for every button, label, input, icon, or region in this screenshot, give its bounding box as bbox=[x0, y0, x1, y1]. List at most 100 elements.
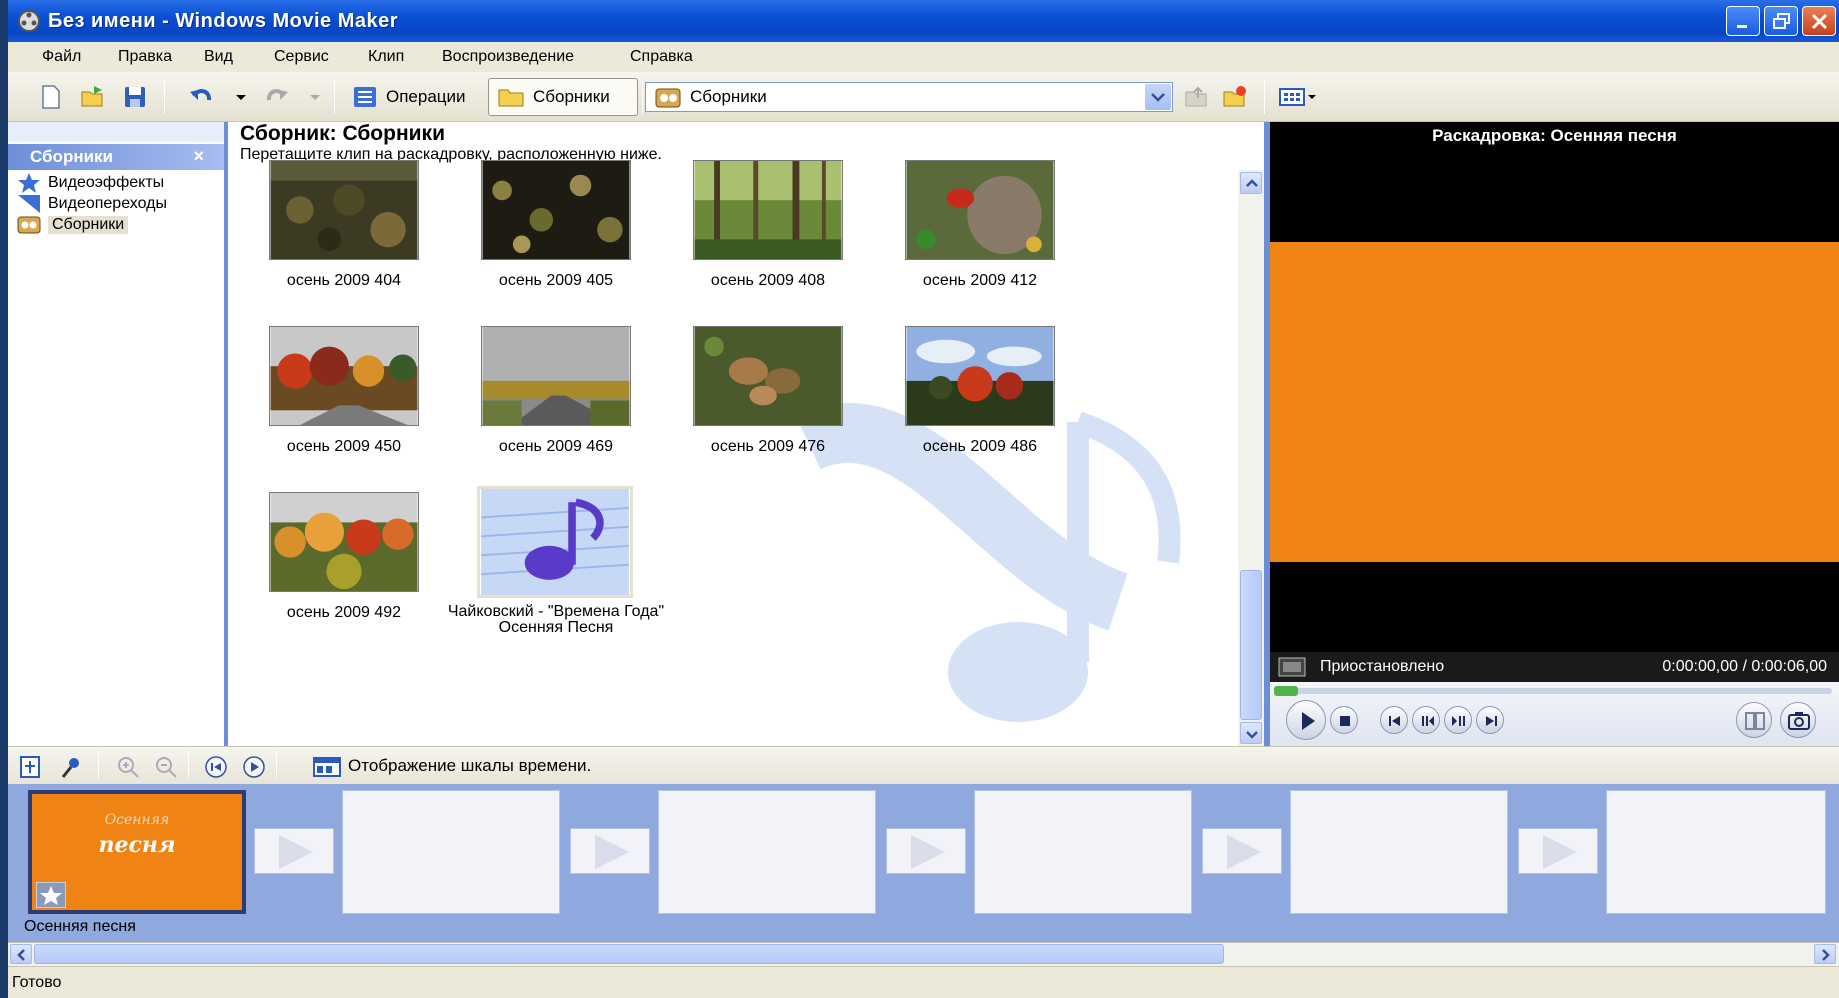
scroll-up-button[interactable] bbox=[1240, 172, 1262, 194]
chevron-down-icon bbox=[1151, 93, 1165, 102]
restore-icon bbox=[1773, 13, 1790, 29]
chevron-right-icon bbox=[1822, 949, 1830, 961]
collections-pane-title: Сборники bbox=[30, 147, 113, 166]
storyboard-horizontal-scrollbar[interactable] bbox=[8, 942, 1839, 966]
set-audio-levels-icon[interactable] bbox=[60, 755, 84, 779]
combobox-dropdown-button[interactable] bbox=[1145, 84, 1171, 110]
undo-icon[interactable] bbox=[188, 84, 214, 110]
collection-icon bbox=[17, 216, 41, 234]
clip-name: осень 2009 486 bbox=[922, 438, 1038, 455]
collection-vertical-scrollbar[interactable] bbox=[1238, 170, 1264, 746]
chevron-up-icon bbox=[1246, 179, 1258, 187]
tree-item-video-transitions[interactable]: Видеопереходы bbox=[16, 193, 167, 215]
undo-dropdown-icon[interactable] bbox=[234, 84, 248, 110]
collection-combobox-value: Сборники bbox=[690, 87, 767, 106]
restore-button[interactable] bbox=[1764, 6, 1798, 36]
operations-icon bbox=[354, 87, 376, 107]
rewind-storyboard-icon[interactable] bbox=[204, 755, 228, 779]
stop-button[interactable] bbox=[1330, 706, 1358, 734]
storyboard-slot[interactable] bbox=[658, 790, 876, 914]
transition-slot[interactable] bbox=[1202, 828, 1282, 874]
redo-icon[interactable] bbox=[264, 84, 290, 110]
collection-contents-pane: Сборник: Сборники Перетащите клип на рас… bbox=[228, 122, 1270, 746]
scroll-thumb[interactable] bbox=[34, 944, 1224, 964]
show-timeline-link[interactable]: Отображение шкалы времени. bbox=[348, 756, 591, 776]
collections-button[interactable]: Сборники bbox=[488, 78, 638, 116]
title-clip-line2: песня bbox=[98, 832, 176, 858]
storyboard-slot[interactable] bbox=[342, 790, 560, 914]
title-bar[interactable]: Без имени - Windows Movie Maker bbox=[8, 0, 1839, 42]
operations-button[interactable]: Операции bbox=[344, 78, 474, 116]
clip-name: осень 2009 408 bbox=[710, 272, 826, 289]
step-forward-icon bbox=[1452, 716, 1465, 726]
narrate-timeline-icon[interactable] bbox=[18, 755, 42, 779]
seek-handle[interactable] bbox=[1274, 686, 1298, 696]
menu-help[interactable]: Справка bbox=[630, 48, 693, 66]
clip-name: осень 2009 404 bbox=[286, 272, 402, 289]
up-folder-icon[interactable] bbox=[1184, 84, 1210, 110]
storyboard-slot[interactable] bbox=[1290, 790, 1508, 914]
new-project-icon[interactable] bbox=[38, 84, 64, 110]
split-clip-button[interactable] bbox=[1736, 702, 1772, 738]
close-pane-icon[interactable]: × bbox=[193, 146, 204, 167]
clip-thumbnail bbox=[269, 326, 419, 426]
open-project-icon[interactable] bbox=[80, 84, 106, 110]
transition-slot[interactable] bbox=[1518, 828, 1598, 874]
playback-controls bbox=[1270, 682, 1839, 746]
storyboard-clip-first[interactable]: Осенняя песня bbox=[28, 790, 246, 914]
save-project-icon[interactable] bbox=[122, 84, 148, 110]
tree-item-collections[interactable]: Сборники bbox=[16, 214, 129, 236]
clip-name: Чайковский - "Времена Года" Осенняя Песн… bbox=[447, 603, 665, 636]
previous-frame-button[interactable] bbox=[1380, 706, 1408, 734]
video-effect-icon[interactable] bbox=[36, 882, 66, 908]
menu-edit[interactable]: Правка bbox=[118, 48, 172, 66]
menu-playback[interactable]: Воспроизведение bbox=[442, 48, 574, 66]
scroll-down-button[interactable] bbox=[1240, 722, 1262, 744]
star-icon bbox=[18, 173, 40, 193]
tree-item-video-effects[interactable]: Видеоэффекты bbox=[16, 172, 164, 194]
collection-title: Сборник: Сборники bbox=[240, 122, 445, 145]
menu-view[interactable]: Вид bbox=[204, 48, 233, 66]
close-button[interactable] bbox=[1802, 6, 1836, 36]
operations-label: Операции bbox=[386, 87, 466, 106]
collection-icon bbox=[655, 88, 681, 108]
clip-name: осень 2009 450 bbox=[286, 438, 402, 455]
storyboard-toolbar: Отображение шкалы времени. bbox=[8, 746, 1839, 784]
menu-file[interactable]: Файл bbox=[42, 48, 81, 66]
play-icon bbox=[1302, 712, 1315, 730]
take-picture-button[interactable] bbox=[1780, 702, 1816, 738]
minimize-button[interactable] bbox=[1726, 6, 1760, 36]
menu-service[interactable]: Сервис bbox=[274, 48, 329, 66]
step-forward-button[interactable] bbox=[1444, 706, 1472, 734]
menu-clip[interactable]: Клип bbox=[368, 48, 404, 66]
split-icon bbox=[1745, 712, 1765, 730]
skip-back-icon bbox=[1389, 716, 1400, 726]
transition-slot[interactable] bbox=[570, 828, 650, 874]
play-button[interactable] bbox=[1286, 700, 1326, 740]
clip-name: осень 2009 405 bbox=[498, 272, 614, 289]
title-clip-line1: Осенняя bbox=[104, 812, 170, 828]
transition-slot[interactable] bbox=[886, 828, 966, 874]
step-back-button[interactable] bbox=[1412, 706, 1440, 734]
next-frame-button[interactable] bbox=[1476, 706, 1504, 734]
preview-split-view-icon[interactable] bbox=[1278, 656, 1306, 678]
arrow-right-icon bbox=[279, 835, 313, 869]
seek-bar[interactable] bbox=[1274, 688, 1832, 694]
clip-name: осень 2009 492 bbox=[286, 604, 402, 621]
scroll-left-button[interactable] bbox=[10, 944, 32, 964]
zoom-in-icon[interactable] bbox=[116, 755, 140, 779]
new-collection-folder-icon[interactable] bbox=[1222, 84, 1248, 110]
collection-combobox[interactable]: Сборники bbox=[645, 82, 1173, 112]
clip-thumbnail bbox=[481, 326, 631, 426]
scroll-thumb[interactable] bbox=[1240, 570, 1262, 720]
view-options-icon[interactable] bbox=[1278, 84, 1320, 110]
play-storyboard-icon[interactable] bbox=[242, 755, 266, 779]
menu-bar: Файл Правка Вид Сервис Клип Воспроизведе… bbox=[8, 42, 1839, 72]
transition-slot[interactable] bbox=[254, 828, 334, 874]
zoom-out-icon[interactable] bbox=[154, 755, 178, 779]
storyboard-slot[interactable] bbox=[1606, 790, 1826, 914]
timeline-view-icon[interactable] bbox=[312, 755, 342, 779]
redo-dropdown-icon[interactable] bbox=[308, 84, 322, 110]
storyboard-slot[interactable] bbox=[974, 790, 1192, 914]
scroll-right-button[interactable] bbox=[1814, 944, 1836, 964]
